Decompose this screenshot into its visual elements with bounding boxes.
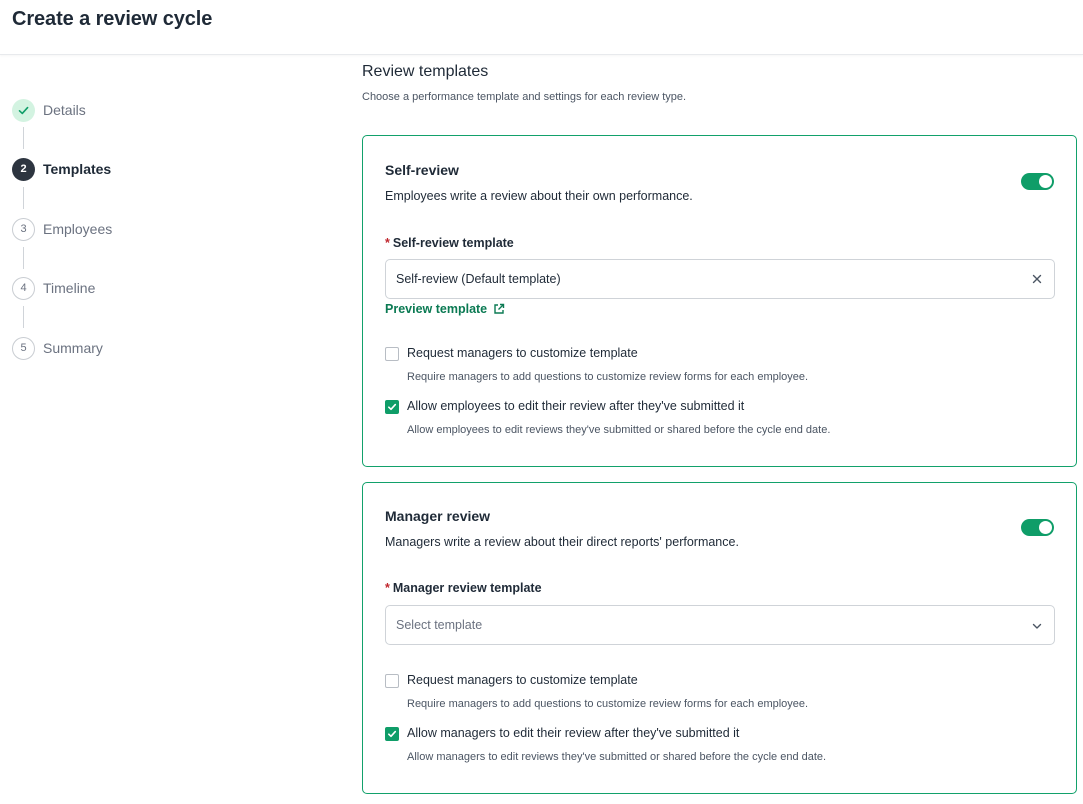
page-title: Create a review cycle xyxy=(12,8,213,30)
request-customize-checkbox[interactable] xyxy=(385,674,399,688)
self-review-template-select[interactable]: Self-review (Default template) xyxy=(385,259,1055,299)
checkbox-label: Allow managers to edit their review afte… xyxy=(407,726,740,740)
step-label: Timeline xyxy=(43,280,96,296)
page-header: Create a review cycle xyxy=(0,0,1083,55)
allow-edit-checkbox[interactable] xyxy=(385,400,399,414)
self-review-card: Self-review Employees write a review abo… xyxy=(362,135,1077,467)
checkbox-label: Request managers to customize template xyxy=(407,673,638,687)
step-label: Employees xyxy=(43,221,113,237)
checkbox-description: Require managers to add questions to cus… xyxy=(407,698,809,710)
checkbox-description: Allow employees to edit reviews they've … xyxy=(407,424,831,436)
step-number: 3 xyxy=(12,217,35,241)
card-description: Managers write a review about their dire… xyxy=(385,535,739,549)
card-title: Manager review xyxy=(385,508,491,524)
step-label: Details xyxy=(43,102,86,118)
check-icon xyxy=(388,403,397,411)
step-number: 2 xyxy=(12,157,35,181)
step-label: Summary xyxy=(43,340,103,356)
step-employees[interactable]: 3 Employees xyxy=(12,217,112,241)
checkbox-description: Allow managers to edit reviews they've s… xyxy=(407,751,827,763)
manager-review-card: Manager review Managers write a review a… xyxy=(362,482,1077,794)
self-review-template-label: * Self-review template xyxy=(385,236,514,250)
preview-template-link[interactable]: Preview template xyxy=(385,302,505,316)
check-icon xyxy=(388,730,397,738)
checkbox-label: Request managers to customize template xyxy=(407,346,638,360)
select-value: Self-review (Default template) xyxy=(396,272,561,286)
card-title: Self-review xyxy=(385,162,459,178)
external-link-icon xyxy=(494,303,505,314)
check-icon xyxy=(12,98,35,122)
close-icon[interactable] xyxy=(1030,272,1044,286)
section-title: Review templates xyxy=(362,63,489,80)
manager-review-template-label: * Manager review template xyxy=(385,581,542,595)
chevron-down-icon xyxy=(1030,619,1044,633)
manager-review-toggle[interactable] xyxy=(1021,519,1054,536)
manager-review-template-select[interactable]: Select template xyxy=(385,605,1055,645)
self-review-toggle[interactable] xyxy=(1021,173,1054,190)
step-connector xyxy=(23,187,24,209)
card-description: Employees write a review about their own… xyxy=(385,189,693,203)
step-templates[interactable]: 2 Templates xyxy=(12,157,111,181)
step-timeline[interactable]: 4 Timeline xyxy=(12,276,95,300)
step-connector xyxy=(23,306,24,328)
step-label: Templates xyxy=(43,161,112,177)
select-placeholder: Select template xyxy=(396,618,483,632)
step-details[interactable]: Details xyxy=(12,98,86,122)
step-number: 5 xyxy=(12,336,35,360)
checkbox-description: Require managers to add questions to cus… xyxy=(407,371,809,383)
section-description: Choose a performance template and settin… xyxy=(362,91,687,103)
step-connector xyxy=(23,247,24,269)
step-summary[interactable]: 5 Summary xyxy=(12,336,103,360)
step-number: 4 xyxy=(12,276,35,300)
step-connector xyxy=(23,127,24,149)
request-customize-checkbox[interactable] xyxy=(385,347,399,361)
allow-edit-checkbox[interactable] xyxy=(385,727,399,741)
checkbox-label: Allow employees to edit their review aft… xyxy=(407,399,745,413)
